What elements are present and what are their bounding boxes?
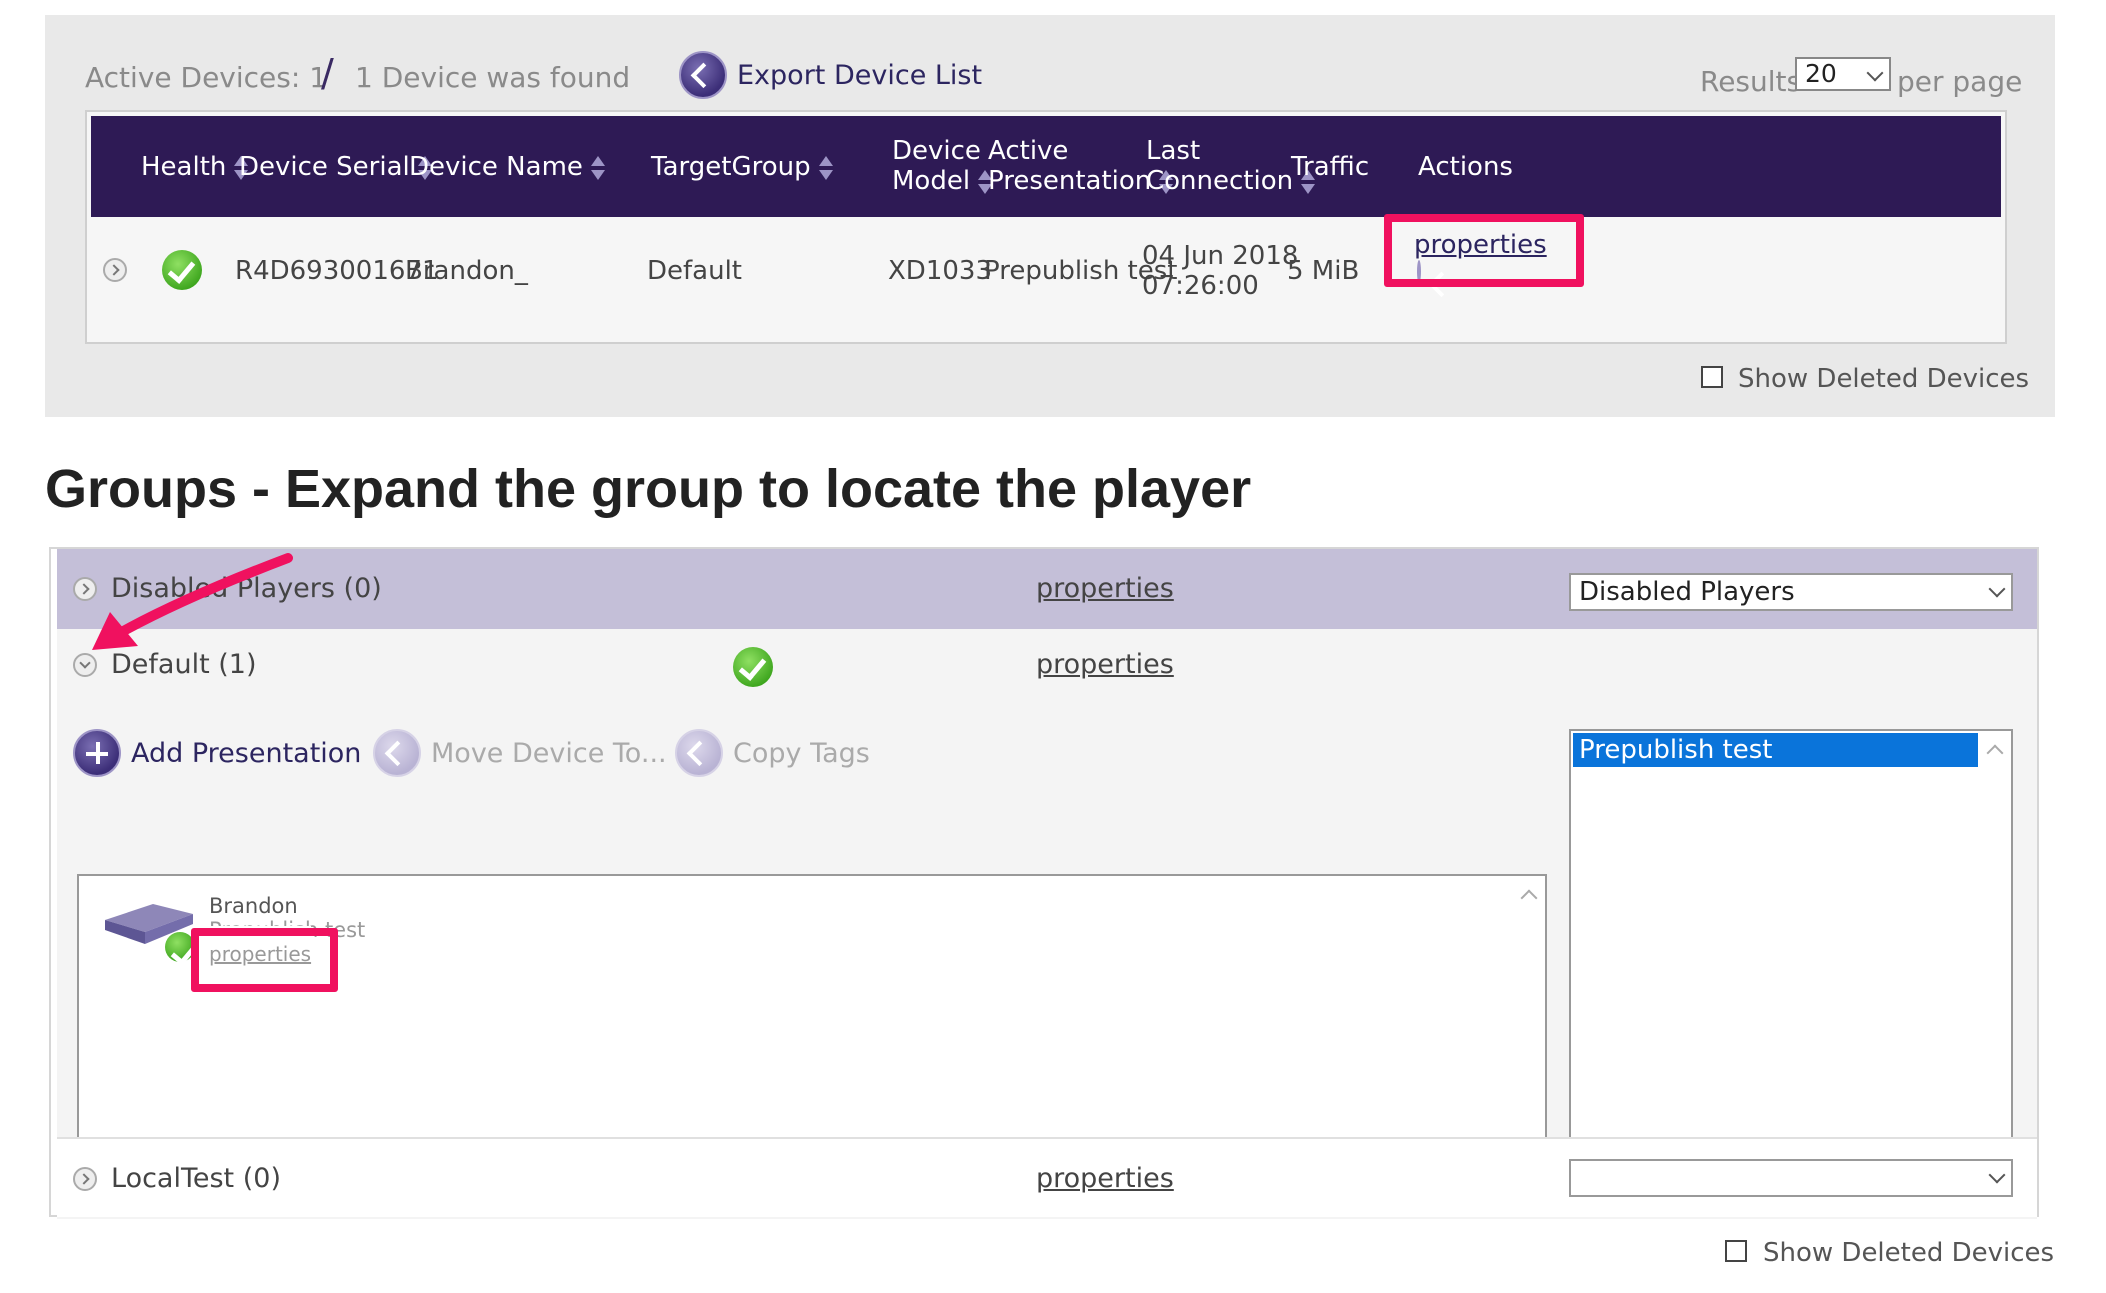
export-icon <box>679 51 727 99</box>
show-deleted-label: Show Deleted Devices <box>1738 364 2030 394</box>
cell-connection-time: 07:26:00 <box>1142 271 1259 301</box>
annotation-arrow <box>92 553 293 650</box>
table-header: Health Device Serial Device Name TargetG… <box>91 116 2001 217</box>
group-properties-link[interactable]: properties <box>1036 1163 1174 1194</box>
devices-panel: Active Devices: 1 / 1 Device was found E… <box>45 15 2055 417</box>
groups-show-deleted-checkbox[interactable] <box>1725 1240 1747 1262</box>
header-device-model[interactable]: Device Model <box>892 136 993 196</box>
add-presentation-label: Add Presentation <box>131 737 362 769</box>
show-deleted-checkbox[interactable] <box>1701 366 1723 388</box>
presentation-listbox[interactable]: Prepublish test <box>1569 729 2013 1195</box>
results-per-page-select[interactable]: 20 <box>1795 57 1891 91</box>
count-separator: / <box>321 51 334 95</box>
groups-show-deleted-label: Show Deleted Devices <box>1763 1238 2055 1268</box>
group-row-disabled-players: Disabled Players (0) properties Disabled… <box>57 549 2037 629</box>
group-properties-link[interactable]: properties <box>1036 649 1174 680</box>
player-name: Brandon <box>209 894 298 918</box>
active-devices-count: Active Devices: 1 <box>85 61 328 94</box>
move-device-label: Move Device To... <box>431 737 667 769</box>
chevron-down-icon <box>1866 64 1884 82</box>
header-target-group-label: TargetGroup <box>651 152 811 182</box>
copy-tags-button[interactable]: Copy Tags <box>675 727 870 779</box>
header-traffic: Traffic <box>1291 152 1370 182</box>
highlight-box <box>1384 214 1584 287</box>
chevron-down-icon <box>1988 1166 2006 1184</box>
group-properties-link[interactable]: properties <box>1036 573 1174 604</box>
move-icon <box>373 729 421 777</box>
header-last-connection[interactable]: Last Connection <box>1146 136 1316 196</box>
presentation-option-selected[interactable]: Prepublish test <box>1573 733 1978 767</box>
page-title: Groups - Expand the group to locate the … <box>45 459 1252 519</box>
expand-row-icon[interactable] <box>103 258 127 282</box>
header-target-group[interactable]: TargetGroup <box>651 152 833 182</box>
cell-traffic: 5 MiB <box>1287 256 1360 286</box>
header-health[interactable]: Health <box>141 152 249 182</box>
group-presentation-select[interactable] <box>1569 1159 2013 1197</box>
cell-model: XD1033 <box>888 256 992 286</box>
copy-tags-label: Copy Tags <box>733 737 870 769</box>
health-ok-icon <box>162 250 202 290</box>
header-conn-line2: Connection <box>1146 166 1294 196</box>
move-device-button[interactable]: Move Device To... <box>373 727 667 779</box>
scroll-up-icon[interactable] <box>1520 889 1538 907</box>
plus-icon <box>73 729 121 777</box>
groups-panel: Disabled Players (0) properties Disabled… <box>49 547 2039 1219</box>
devices-found-text: 1 Device was found <box>355 61 631 94</box>
group-presentation-select[interactable]: Disabled Players <box>1569 573 2013 611</box>
cell-name: Brandon_ <box>405 256 528 286</box>
header-model-line1: Device <box>892 136 981 166</box>
header-name-label: Device Name <box>409 152 583 182</box>
add-presentation-button[interactable]: Add Presentation <box>73 727 361 779</box>
header-device-name[interactable]: Device Name <box>409 152 605 182</box>
header-pres-line1: Active <box>988 136 1069 166</box>
header-model-line2: Model <box>892 166 971 196</box>
device-table: Health Device Serial Device Name TargetG… <box>85 110 2007 344</box>
group-row-default: Default (1) properties Add Presentation … <box>57 629 2037 1219</box>
results-value: 20 <box>1805 59 1837 88</box>
cell-connection-date: 04 Jun 2018 <box>1142 241 1299 271</box>
export-label: Export Device List <box>737 59 983 91</box>
highlight-box <box>191 928 338 992</box>
results-label: Results <box>1700 65 1802 98</box>
header-pres-line2: Presentation <box>988 166 1152 196</box>
header-actions: Actions <box>1418 152 1513 182</box>
sort-icon <box>818 154 833 182</box>
health-ok-icon <box>733 647 773 687</box>
scroll-up-icon[interactable] <box>1986 744 2004 762</box>
group-name[interactable]: LocalTest (0) <box>111 1163 281 1194</box>
header-device-serial[interactable]: Device Serial <box>239 152 432 182</box>
sort-icon <box>590 154 605 182</box>
header-serial-label: Device Serial <box>239 152 410 182</box>
select-value: Disabled Players <box>1579 577 1795 607</box>
group-row-localtest: LocalTest (0) properties <box>57 1137 2037 1217</box>
expand-group-icon[interactable] <box>73 1167 97 1191</box>
chevron-down-icon <box>1988 580 2006 598</box>
header-health-label: Health <box>141 152 227 182</box>
header-conn-line1: Last <box>1146 136 1201 166</box>
cell-target-group: Default <box>647 256 742 286</box>
export-device-list-button[interactable]: Export Device List <box>679 49 982 101</box>
copy-icon <box>675 729 723 777</box>
per-page-label: per page <box>1897 65 2023 98</box>
